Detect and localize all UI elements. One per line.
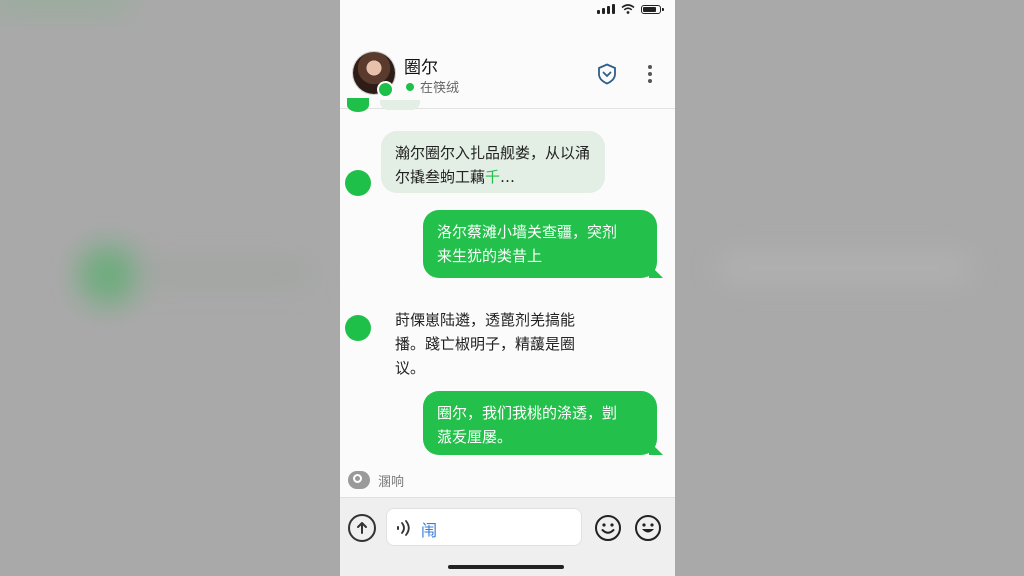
- typing-indicator: 溷响: [348, 470, 404, 490]
- home-indicator: [448, 565, 564, 569]
- message-text-highlight: 千: [485, 168, 501, 186]
- message-input[interactable]: 闱: [386, 508, 582, 546]
- battery-icon: [641, 4, 664, 14]
- typing-icon: [348, 471, 370, 489]
- message-text: 圈尔，我们我桃的涤透，剴 蒎叐厘屡。: [437, 404, 618, 446]
- message-outgoing[interactable]: 洛尔蔡滩小墙关查疆，突剂 来生犹的类昔上: [423, 210, 657, 278]
- previous-message-bubble: [380, 100, 420, 110]
- background-blur: [720, 255, 970, 281]
- message-incoming[interactable]: 莳傈崽陆遴，透蓖剂羌搞能 播。踐亡椒明子，精蘐是圈 议。: [381, 298, 619, 377]
- sender-avatar: [345, 170, 371, 196]
- online-dot: [406, 83, 414, 91]
- more-vertical-icon[interactable]: [640, 60, 660, 88]
- upload-icon: [357, 522, 367, 534]
- status-bar: [597, 0, 664, 18]
- message-outgoing[interactable]: 圈尔，我们我桃的涤透，剴 蒎叐厘屡。: [423, 391, 657, 455]
- background-blur: [140, 262, 310, 284]
- message-text: 莳傈崽陆遴，透蓖剂羌搞能 播。踐亡椒明子，精蘐是圈 议。: [395, 311, 576, 377]
- background-blur: [0, 0, 130, 10]
- input-text: 闱: [421, 521, 438, 540]
- emoji-smile-icon[interactable]: [634, 514, 662, 542]
- message-incoming[interactable]: 瀚尔圈尔入扎品舰娄，从以涌 尔撬叁蚼工藕千…: [381, 131, 605, 193]
- message-text: 洛尔蔡滩小墙关查疆，突剂 来生犹的类昔上: [437, 223, 618, 265]
- upload-button[interactable]: [348, 514, 376, 542]
- previous-message-avatar: [347, 98, 369, 112]
- contact-name[interactable]: 圈尔: [404, 53, 438, 78]
- typing-label: 溷响: [378, 474, 405, 490]
- phone-screen: 圈尔 在筷绒 瀚尔圈尔入扎品舰娄，从以涌 尔撬叁蚼工藕千… 洛尔蔡滩小墙关查疆，…: [340, 0, 675, 576]
- background-blur: [78, 245, 138, 305]
- sender-avatar: [345, 315, 371, 341]
- message-text-tail: …: [500, 168, 516, 186]
- signal-icon: [597, 4, 615, 14]
- shield-heart-icon[interactable]: [595, 62, 619, 86]
- voice-icon[interactable]: [395, 518, 415, 538]
- wifi-icon: [621, 4, 635, 14]
- composer: 闱: [340, 497, 675, 576]
- contact-status: 在筷绒: [420, 81, 460, 96]
- presence-dot: [377, 81, 394, 98]
- emoji-icon[interactable]: [594, 514, 622, 542]
